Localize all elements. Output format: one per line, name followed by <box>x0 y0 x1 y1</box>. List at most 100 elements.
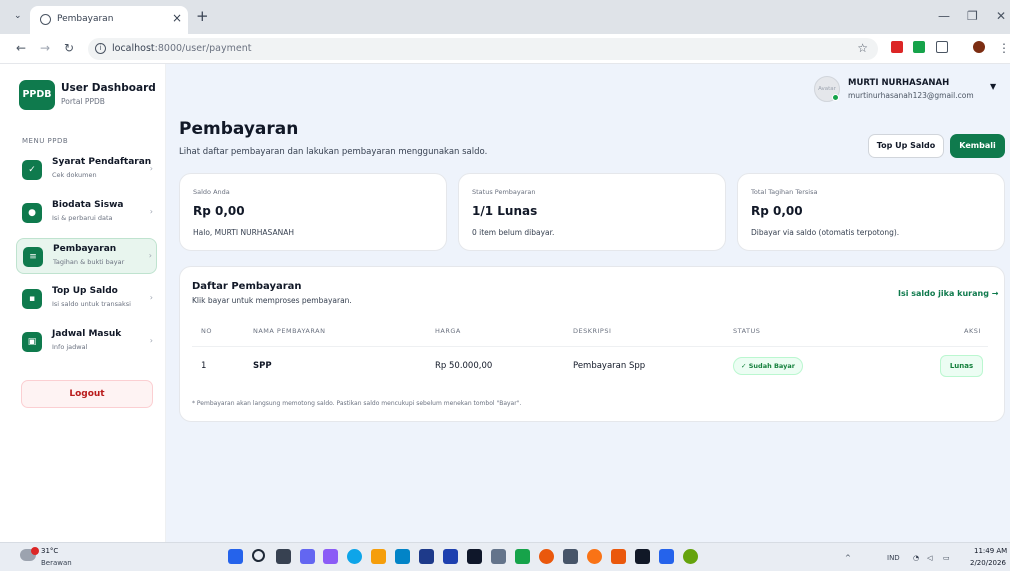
bookmark-star-icon[interactable]: ☆ <box>857 41 868 55</box>
online-status-dot <box>832 94 839 101</box>
chevron-right-icon: › <box>148 251 152 260</box>
excel-icon[interactable] <box>515 549 530 564</box>
start-icon[interactable] <box>228 549 243 564</box>
top-up-saldo-button[interactable]: Top Up Saldo <box>868 134 944 158</box>
status-badge: ✓ Sudah Bayar <box>733 357 803 375</box>
tab-search-icon[interactable]: ⌄ <box>14 11 22 21</box>
page-subtitle: Lihat daftar pembayaran dan lakukan pemb… <box>179 147 488 157</box>
volume-icon[interactable]: ◁ <box>927 554 932 562</box>
back-icon[interactable]: ← <box>16 41 26 55</box>
search-icon[interactable] <box>252 549 265 562</box>
menu-label: MENU PPDB <box>22 137 69 145</box>
cell-price: Rp 50.000,00 <box>435 361 493 371</box>
sidebar-item-biodata-siswa[interactable]: ● Biodata Siswa Isi & perbarui data › <box>16 195 157 231</box>
cell-description: Pembayaran Spp <box>573 361 646 371</box>
app-icon[interactable] <box>563 549 578 564</box>
new-tab-icon[interactable]: + <box>196 7 209 25</box>
edge-icon[interactable] <box>347 549 362 564</box>
site-info-icon[interactable]: i <box>95 43 106 54</box>
app-icon[interactable] <box>419 549 434 564</box>
teams-icon[interactable] <box>300 549 315 564</box>
close-window-icon[interactable]: ✕ <box>996 9 1006 23</box>
browser-menu-icon[interactable]: ⋮ <box>998 41 1010 55</box>
table-divider <box>192 346 988 347</box>
photoshop-icon[interactable] <box>443 549 458 564</box>
chrome-icon[interactable] <box>539 549 554 564</box>
vscode-icon[interactable] <box>659 549 674 564</box>
card-value: Rp 0,00 <box>751 204 803 218</box>
chrome-profile-icon[interactable] <box>683 549 698 564</box>
sidebar-item-subtitle: Cek dokumen <box>52 171 97 179</box>
user-name[interactable]: MURTI NURHASANAH <box>848 78 949 88</box>
terminal-icon[interactable] <box>635 549 650 564</box>
total-tagihan-card: Total Tagihan Tersisa Rp 0,00 Dibayar vi… <box>737 173 1005 251</box>
lunas-button[interactable]: Lunas <box>940 355 983 377</box>
cell-no: 1 <box>201 361 207 371</box>
chevron-up-icon[interactable]: ^ <box>845 554 851 562</box>
sidebar-item-title: Syarat Pendaftaran <box>52 157 152 167</box>
chevron-right-icon: › <box>149 336 153 345</box>
card-note: 0 item belum dibayar. <box>472 228 555 237</box>
status-card: Status Pembayaran 1/1 Lunas 0 item belum… <box>458 173 726 251</box>
file-explorer-icon[interactable] <box>371 549 386 564</box>
sidebar-item-syarat-pendaftaran[interactable]: ✓ Syarat Pendaftaran Cek dokumen › <box>16 152 157 188</box>
wifi-icon[interactable]: ◔ <box>913 554 919 562</box>
xampp-icon[interactable] <box>611 549 626 564</box>
sidebar-item-subtitle: Isi & perbarui data <box>52 214 113 222</box>
sidebar-item-pembayaran[interactable]: ≡ Pembayaran Tagihan & bukti bayar › <box>16 238 157 274</box>
sidebar-item-title: Pembayaran <box>53 244 117 254</box>
sidebar-item-subtitle: Info jadwal <box>52 343 88 351</box>
sidebar-item-top-up-saldo[interactable]: ▪ Top Up Saldo Isi saldo untuk transaksi… <box>16 281 157 317</box>
logout-button[interactable]: Logout <box>21 380 153 408</box>
firefox-icon[interactable] <box>587 549 602 564</box>
store-icon[interactable] <box>395 549 410 564</box>
clock-time[interactable]: 11:49 AM <box>974 547 1007 555</box>
isi-saldo-link[interactable]: Isi saldo jika kurang → <box>898 289 998 298</box>
saldo-card: Saldo Anda Rp 0,00 Halo, MURTI NURHASANA… <box>179 173 447 251</box>
weather-desc: Berawan <box>41 559 72 567</box>
battery-icon[interactable]: ▭ <box>943 554 950 562</box>
reload-icon[interactable]: ↻ <box>64 41 74 55</box>
column-header: AKSI <box>964 327 981 335</box>
clock-date[interactable]: 2/20/2026 <box>970 559 1006 567</box>
copilot-icon[interactable] <box>323 549 338 564</box>
task-view-icon[interactable] <box>276 549 291 564</box>
brand-title: User Dashboard <box>61 82 156 94</box>
wallet-icon: ▪ <box>22 289 42 309</box>
language-indicator[interactable]: IND <box>887 554 900 562</box>
payment-list-subtitle: Klik bayar untuk memproses pembayaran. <box>192 296 352 305</box>
page-title: Pembayaran <box>179 119 299 139</box>
app-icon[interactable] <box>467 549 482 564</box>
forward-icon[interactable]: → <box>40 41 50 55</box>
close-tab-icon[interactable]: × <box>172 11 182 25</box>
sidebar-item-jadwal-masuk[interactable]: ▣ Jadwal Masuk Info jadwal › <box>16 324 157 360</box>
kembali-button[interactable]: Kembali <box>950 134 1005 158</box>
cell-name: SPP <box>253 361 272 371</box>
column-header: DESKRIPSI <box>573 327 612 335</box>
user-email: murtinurhasanah123@gmail.com <box>848 91 974 100</box>
user-icon: ● <box>22 203 42 223</box>
tab-title: Pembayaran <box>57 14 114 24</box>
url-input[interactable]: i localhost:8000/user/payment ☆ <box>88 38 878 60</box>
caret-down-icon[interactable]: ▼ <box>990 82 996 91</box>
address-bar-row: ← → ↻ i localhost:8000/user/payment ☆ <box>0 34 1010 64</box>
payment-icon: ≡ <box>23 247 43 267</box>
brand-subtitle: Portal PPDB <box>61 97 105 106</box>
extension-icon[interactable] <box>891 41 903 53</box>
sidebar-item-title: Jadwal Masuk <box>52 329 122 339</box>
app-icon[interactable] <box>491 549 506 564</box>
sidebar-item-subtitle: Tagihan & bukti bayar <box>53 258 125 266</box>
column-header: NO <box>201 327 212 335</box>
minimize-icon[interactable]: — <box>938 9 950 23</box>
card-label: Status Pembayaran <box>472 188 536 196</box>
chevron-right-icon: › <box>149 164 153 173</box>
column-header: HARGA <box>435 327 461 335</box>
profile-icon[interactable] <box>973 41 985 53</box>
restore-icon[interactable]: ❐ <box>967 9 978 23</box>
browser-tab[interactable]: Pembayaran × <box>30 6 188 34</box>
check-icon: ✓ <box>22 160 42 180</box>
extensions-puzzle-icon[interactable] <box>936 41 948 53</box>
notification-badge <box>31 547 39 555</box>
extension-icon[interactable] <box>913 41 925 53</box>
column-header: STATUS <box>733 327 761 335</box>
